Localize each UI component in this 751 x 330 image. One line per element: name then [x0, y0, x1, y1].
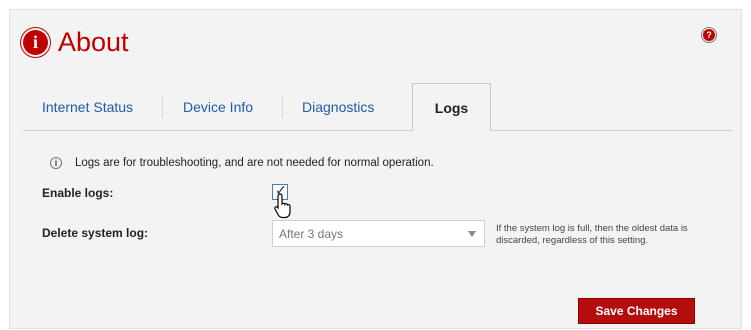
- chevron-down-icon: [468, 231, 476, 237]
- about-panel: i About ? Internet Status Device Info Di…: [9, 9, 742, 329]
- enable-logs-label: Enable logs:: [42, 186, 114, 200]
- delete-log-select[interactable]: After 3 days: [272, 220, 485, 247]
- delete-log-help-text: If the system log is full, then the olde…: [496, 223, 688, 246]
- tab-internet-status[interactable]: Internet Status: [42, 96, 133, 118]
- help-icon[interactable]: ?: [703, 29, 715, 41]
- tab-separator: [282, 96, 283, 118]
- tabs-divider: [23, 130, 733, 131]
- delete-log-selected-value: After 3 days: [279, 227, 344, 241]
- info-notice: i Logs are for troubleshooting, and are …: [50, 157, 434, 169]
- page-title: About: [58, 26, 129, 57]
- tab-diagnostics[interactable]: Diagnostics: [302, 96, 374, 118]
- info-text: Logs are for troubleshooting, and are no…: [75, 157, 434, 169]
- tab-logs[interactable]: Logs: [412, 83, 491, 131]
- save-changes-button[interactable]: Save Changes: [578, 298, 695, 324]
- tab-device-info[interactable]: Device Info: [183, 96, 253, 118]
- delete-log-label: Delete system log:: [42, 226, 149, 240]
- hand-pointer-icon: [274, 193, 291, 219]
- info-icon: i: [50, 157, 62, 169]
- tab-separator: [162, 96, 163, 118]
- page-header: i About: [23, 24, 129, 60]
- info-icon: i: [23, 29, 48, 55]
